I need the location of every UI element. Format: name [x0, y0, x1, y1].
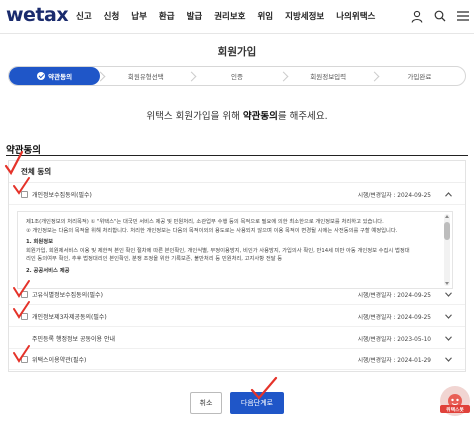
nav-item-my-wetax[interactable]: 나의위택스: [330, 10, 381, 22]
terms-panel: 전체 동의 개인정보수집동의(필수) 시행/변경일자 : 2024-09-25 …: [8, 160, 466, 372]
term-date: 시행/변경일자 : 2023-05-10: [357, 337, 431, 343]
scrollbar[interactable]: [444, 214, 450, 286]
checkbox[interactable]: [21, 291, 28, 298]
nav-item-pay[interactable]: 납부: [125, 10, 153, 22]
checkbox[interactable]: [21, 191, 28, 198]
nav-item-issue[interactable]: 발급: [181, 10, 209, 22]
terms-content-box[interactable]: 제1조(개인정보의 처리목적) ① "위택스"는 대국민 서비스 제공 및 민원…: [17, 211, 453, 289]
chevron-down-icon[interactable]: [443, 355, 453, 365]
step-auth: 인증: [191, 67, 282, 85]
step-label: 인증: [231, 73, 243, 81]
scroll-up-arrow-icon[interactable]: [445, 215, 449, 218]
checkbox[interactable]: [21, 313, 28, 320]
term-row-privacy-collect[interactable]: 개인정보수집동의(필수) 시행/변경일자 : 2024-09-25: [9, 185, 465, 205]
signup-steps: 약관동의 회원유형선택 인증 회원정보입력 가입완료: [8, 66, 466, 86]
step-label: 가입완료: [407, 73, 432, 81]
step-terms-agree: 약관동의: [9, 67, 101, 85]
term-label: 고유식별정보수집동의(필수): [32, 292, 103, 299]
chevron-up-icon[interactable]: [443, 190, 453, 200]
chevron-down-icon[interactable]: [443, 334, 453, 344]
nav-item-refund[interactable]: 환급: [153, 10, 181, 22]
term-date: 시행/변경일자 : 2024-09-25: [357, 193, 431, 199]
step-label: 회원정보입력: [310, 73, 347, 81]
terms-para: 회원가입, 회원제서비스 이용 및 제한적 본인 확인 절차에 따른 본인확인,…: [26, 247, 410, 254]
intro-text: 위택스 회원가입을 위해 약관동의를 해주세요.: [0, 108, 474, 122]
action-buttons: 취소 다음단계로: [0, 392, 474, 414]
header-icons: [410, 8, 470, 24]
section-title: 약관동의: [6, 145, 41, 156]
nav-item-rights[interactable]: 권리보호: [208, 10, 251, 22]
all-agree-row[interactable]: 전체 동의: [9, 161, 465, 183]
term-row-unique-id[interactable]: 고유식별정보수집동의(필수) 시행/변경일자 : 2024-09-25: [9, 285, 465, 305]
term-label: 개인정보제3자제공동의(필수): [32, 314, 107, 321]
intro-bold: 약관동의: [242, 111, 278, 122]
logo-tax: tax: [35, 4, 69, 26]
chevron-down-icon[interactable]: [443, 290, 453, 300]
intro-after: 를 해주세요.: [277, 111, 328, 122]
next-step-button[interactable]: 다음단계로: [230, 392, 284, 414]
term-label: 주민등록 행정정보 공동이용 안내: [32, 336, 116, 343]
terms-para: 리인 동의여부 확인, 추후 법정대리인 본인확인, 분쟁 조정을 위한 기록보…: [26, 256, 283, 263]
section-divider: [6, 155, 468, 156]
terms-heading: 1. 회원정보: [26, 239, 54, 246]
menu-icon[interactable]: [456, 8, 470, 24]
check-circle-icon: [37, 72, 46, 80]
term-row-third-party[interactable]: 개인정보제3자제공동의(필수) 시행/변경일자 : 2024-09-25: [9, 307, 465, 327]
step-member-info: 회원정보입력: [283, 67, 374, 85]
chevron-down-icon[interactable]: [443, 312, 453, 322]
step-complete: 가입완료: [374, 67, 465, 85]
step-member-type: 회원유형선택: [100, 67, 191, 85]
term-label: 위택스이용약관(필수): [32, 357, 87, 364]
terms-heading: 2. 공공서비스 제공: [26, 267, 70, 274]
term-row-resident-info[interactable]: 주민등록 행정정보 공동이용 안내 시행/변경일자 : 2023-05-10: [9, 329, 465, 349]
term-date: 시행/변경일자 : 2024-01-29: [357, 358, 431, 364]
scroll-thumb[interactable]: [444, 222, 450, 240]
cancel-button[interactable]: 취소: [190, 392, 222, 414]
terms-para: ② 개인정보는 다음의 목적을 위해 처리합니다. 처리한 개인정보는 다음의 …: [26, 227, 398, 234]
nav-item-delegate[interactable]: 위임: [251, 10, 279, 22]
site-header: wetax 신고 신청 납부 환급 발급 권리보호 위임 지방세정보 나의위택스: [0, 0, 474, 34]
nav-item-local-tax-info[interactable]: 지방세정보: [279, 10, 330, 22]
user-icon[interactable]: [410, 8, 424, 24]
step-label: 약관동의: [48, 73, 73, 81]
wetax-logo[interactable]: wetax: [6, 4, 69, 26]
search-icon[interactable]: [433, 8, 447, 24]
term-label: 개인정보수집동의(필수): [32, 192, 92, 199]
page-title: 회원가입: [217, 46, 257, 58]
nav-item-declare[interactable]: 신고: [70, 10, 98, 22]
terms-para: 제1조(개인정보의 처리목적) ① "위택스"는 대국민 서비스 제공 및 민원…: [26, 219, 384, 225]
checkbox[interactable]: [21, 356, 28, 363]
main-nav: 신고 신청 납부 환급 발급 권리보호 위임 지방세정보 나의위택스: [70, 10, 381, 22]
all-agree-label: 전체 동의: [21, 167, 52, 176]
term-row-wetax-terms[interactable]: 위택스이용약관(필수) 시행/변경일자 : 2024-01-29: [9, 350, 465, 370]
chatbot-label[interactable]: 위택스봇: [440, 405, 470, 413]
term-date: 시행/변경일자 : 2024-09-25: [357, 293, 431, 299]
logo-we: we: [6, 4, 36, 26]
step-label: 회원유형선택: [127, 73, 164, 81]
nav-item-apply[interactable]: 신청: [98, 10, 126, 22]
term-date: 시행/변경일자 : 2024-09-25: [357, 315, 431, 321]
intro-before: 위택스 회원가입을 위해: [146, 111, 243, 122]
